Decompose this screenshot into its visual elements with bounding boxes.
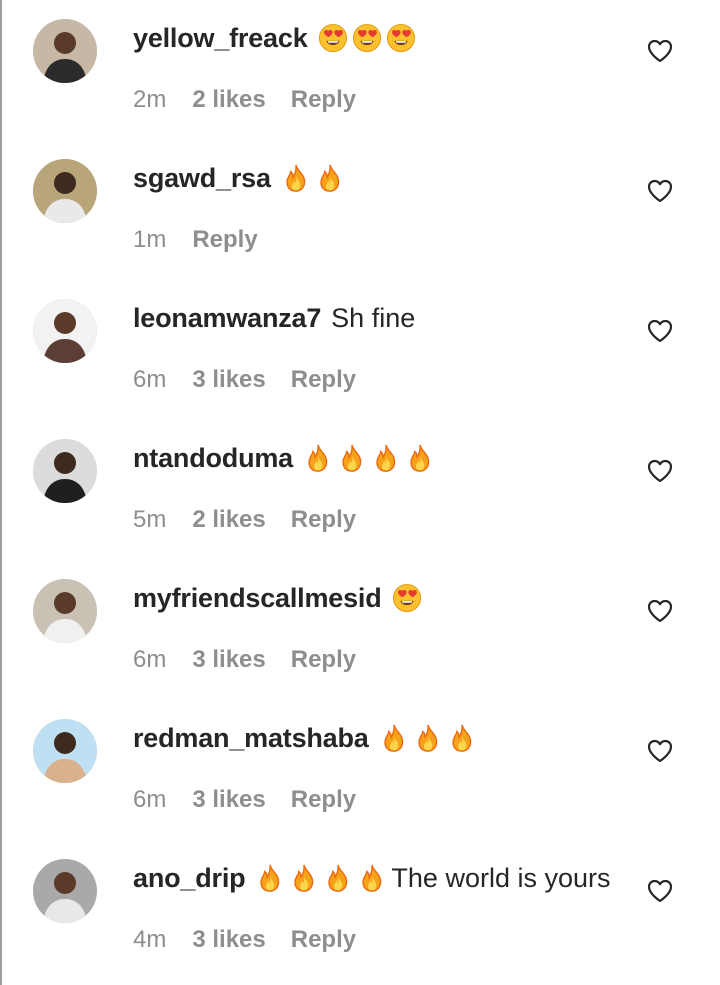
heart-eyes-emoji-icon bbox=[318, 23, 348, 53]
fire-emoji-icon bbox=[379, 723, 409, 753]
like-heart-icon[interactable] bbox=[646, 597, 674, 625]
like-heart-icon[interactable] bbox=[646, 317, 674, 345]
comment-meta: 5m 2 likes Reply bbox=[133, 500, 356, 540]
fire-emoji-icon bbox=[371, 443, 401, 473]
avatar[interactable] bbox=[33, 299, 97, 363]
comment-timestamp: 2m bbox=[133, 86, 167, 113]
heart-eyes-emoji-icon bbox=[352, 23, 382, 53]
reply-button[interactable]: Reply bbox=[291, 500, 356, 540]
comment-timestamp: 6m bbox=[133, 646, 167, 673]
fire-emoji-icon bbox=[323, 863, 353, 893]
comment-username[interactable]: redman_matshaba bbox=[133, 716, 369, 760]
comment-timestamp: 6m bbox=[133, 786, 167, 813]
comment-timestamp: 6m bbox=[133, 366, 167, 393]
comment-item: myfriendscallmesid 6m 3 likes Reply bbox=[0, 560, 720, 700]
comment-text: Sh fine bbox=[331, 303, 416, 333]
comment-username[interactable]: ntandoduma bbox=[133, 436, 293, 480]
comment-item: sgawd_rsa 1m Reply bbox=[0, 140, 720, 280]
comment-likes-count[interactable]: 3 likes bbox=[192, 360, 265, 400]
reply-button[interactable]: Reply bbox=[291, 920, 356, 960]
like-heart-icon[interactable] bbox=[646, 37, 674, 65]
like-heart-icon[interactable] bbox=[646, 177, 674, 205]
comment-body: ntandoduma bbox=[133, 436, 439, 480]
comment-username[interactable]: ano_drip bbox=[133, 856, 246, 900]
like-heart-icon[interactable] bbox=[646, 877, 674, 905]
fire-emoji-icon bbox=[289, 863, 319, 893]
comment-text: The world is yours bbox=[391, 863, 611, 893]
fire-emoji-icon bbox=[357, 863, 387, 893]
reply-button[interactable]: Reply bbox=[291, 360, 356, 400]
comment-item: ano_drip The world is yours 4m 3 likes Reply bbox=[0, 840, 720, 980]
comment-item: yellow_freack 2m 2 likes Reply bbox=[0, 0, 720, 140]
comment-likes-count[interactable]: 3 likes bbox=[192, 640, 265, 680]
comment-item: ntandoduma 5m 2 likes Reply bbox=[0, 420, 720, 560]
comment-body: ano_drip The world is yours bbox=[133, 856, 611, 900]
comment-meta: 6m 3 likes Reply bbox=[133, 780, 356, 820]
comment-timestamp: 4m bbox=[133, 926, 167, 953]
comment-likes-count[interactable]: 2 likes bbox=[192, 500, 265, 540]
avatar[interactable] bbox=[33, 439, 97, 503]
fire-emoji-icon bbox=[405, 443, 435, 473]
comment-timestamp: 5m bbox=[133, 506, 167, 533]
comment-meta: 2m 2 likes Reply bbox=[133, 80, 356, 120]
avatar[interactable] bbox=[33, 19, 97, 83]
comment-meta: 4m 3 likes Reply bbox=[133, 920, 356, 960]
comment-body: leonamwanza7 Sh fine bbox=[133, 296, 415, 340]
reply-button[interactable]: Reply bbox=[291, 640, 356, 680]
comment-timestamp: 1m bbox=[133, 226, 167, 253]
avatar[interactable] bbox=[33, 579, 97, 643]
avatar[interactable] bbox=[33, 859, 97, 923]
fire-emoji-icon bbox=[315, 163, 345, 193]
reply-button[interactable]: Reply bbox=[291, 780, 356, 820]
heart-eyes-emoji-icon bbox=[392, 583, 422, 613]
comment-username[interactable]: sgawd_rsa bbox=[133, 156, 271, 200]
comment-body: yellow_freack bbox=[133, 16, 420, 60]
fire-emoji-icon bbox=[337, 443, 367, 473]
fire-emoji-icon bbox=[281, 163, 311, 193]
comment-username[interactable]: leonamwanza7 bbox=[133, 296, 321, 340]
comment-body: redman_matshaba bbox=[133, 716, 481, 760]
comment-meta: 1m Reply bbox=[133, 220, 258, 260]
avatar[interactable] bbox=[33, 719, 97, 783]
fire-emoji-icon bbox=[413, 723, 443, 753]
comment-likes-count[interactable]: 3 likes bbox=[192, 780, 265, 820]
comment-likes-count[interactable]: 2 likes bbox=[192, 80, 265, 120]
comment-item: leonamwanza7 Sh fine 6m 3 likes Reply bbox=[0, 280, 720, 420]
comment-body: myfriendscallmesid bbox=[133, 576, 426, 620]
avatar[interactable] bbox=[33, 159, 97, 223]
comment-meta: 6m 3 likes Reply bbox=[133, 360, 356, 400]
like-heart-icon[interactable] bbox=[646, 457, 674, 485]
like-heart-icon[interactable] bbox=[646, 737, 674, 765]
comment-body: sgawd_rsa bbox=[133, 156, 349, 200]
reply-button[interactable]: Reply bbox=[291, 80, 356, 120]
comment-likes-count[interactable]: 3 likes bbox=[192, 920, 265, 960]
comment-username[interactable]: yellow_freack bbox=[133, 16, 308, 60]
comment-meta: 6m 3 likes Reply bbox=[133, 640, 356, 680]
comment-item: redman_matshaba 6m 3 likes Reply bbox=[0, 700, 720, 840]
fire-emoji-icon bbox=[303, 443, 333, 473]
heart-eyes-emoji-icon bbox=[386, 23, 416, 53]
reply-button[interactable]: Reply bbox=[192, 220, 257, 260]
comment-username[interactable]: myfriendscallmesid bbox=[133, 576, 382, 620]
fire-emoji-icon bbox=[255, 863, 285, 893]
fire-emoji-icon bbox=[447, 723, 477, 753]
